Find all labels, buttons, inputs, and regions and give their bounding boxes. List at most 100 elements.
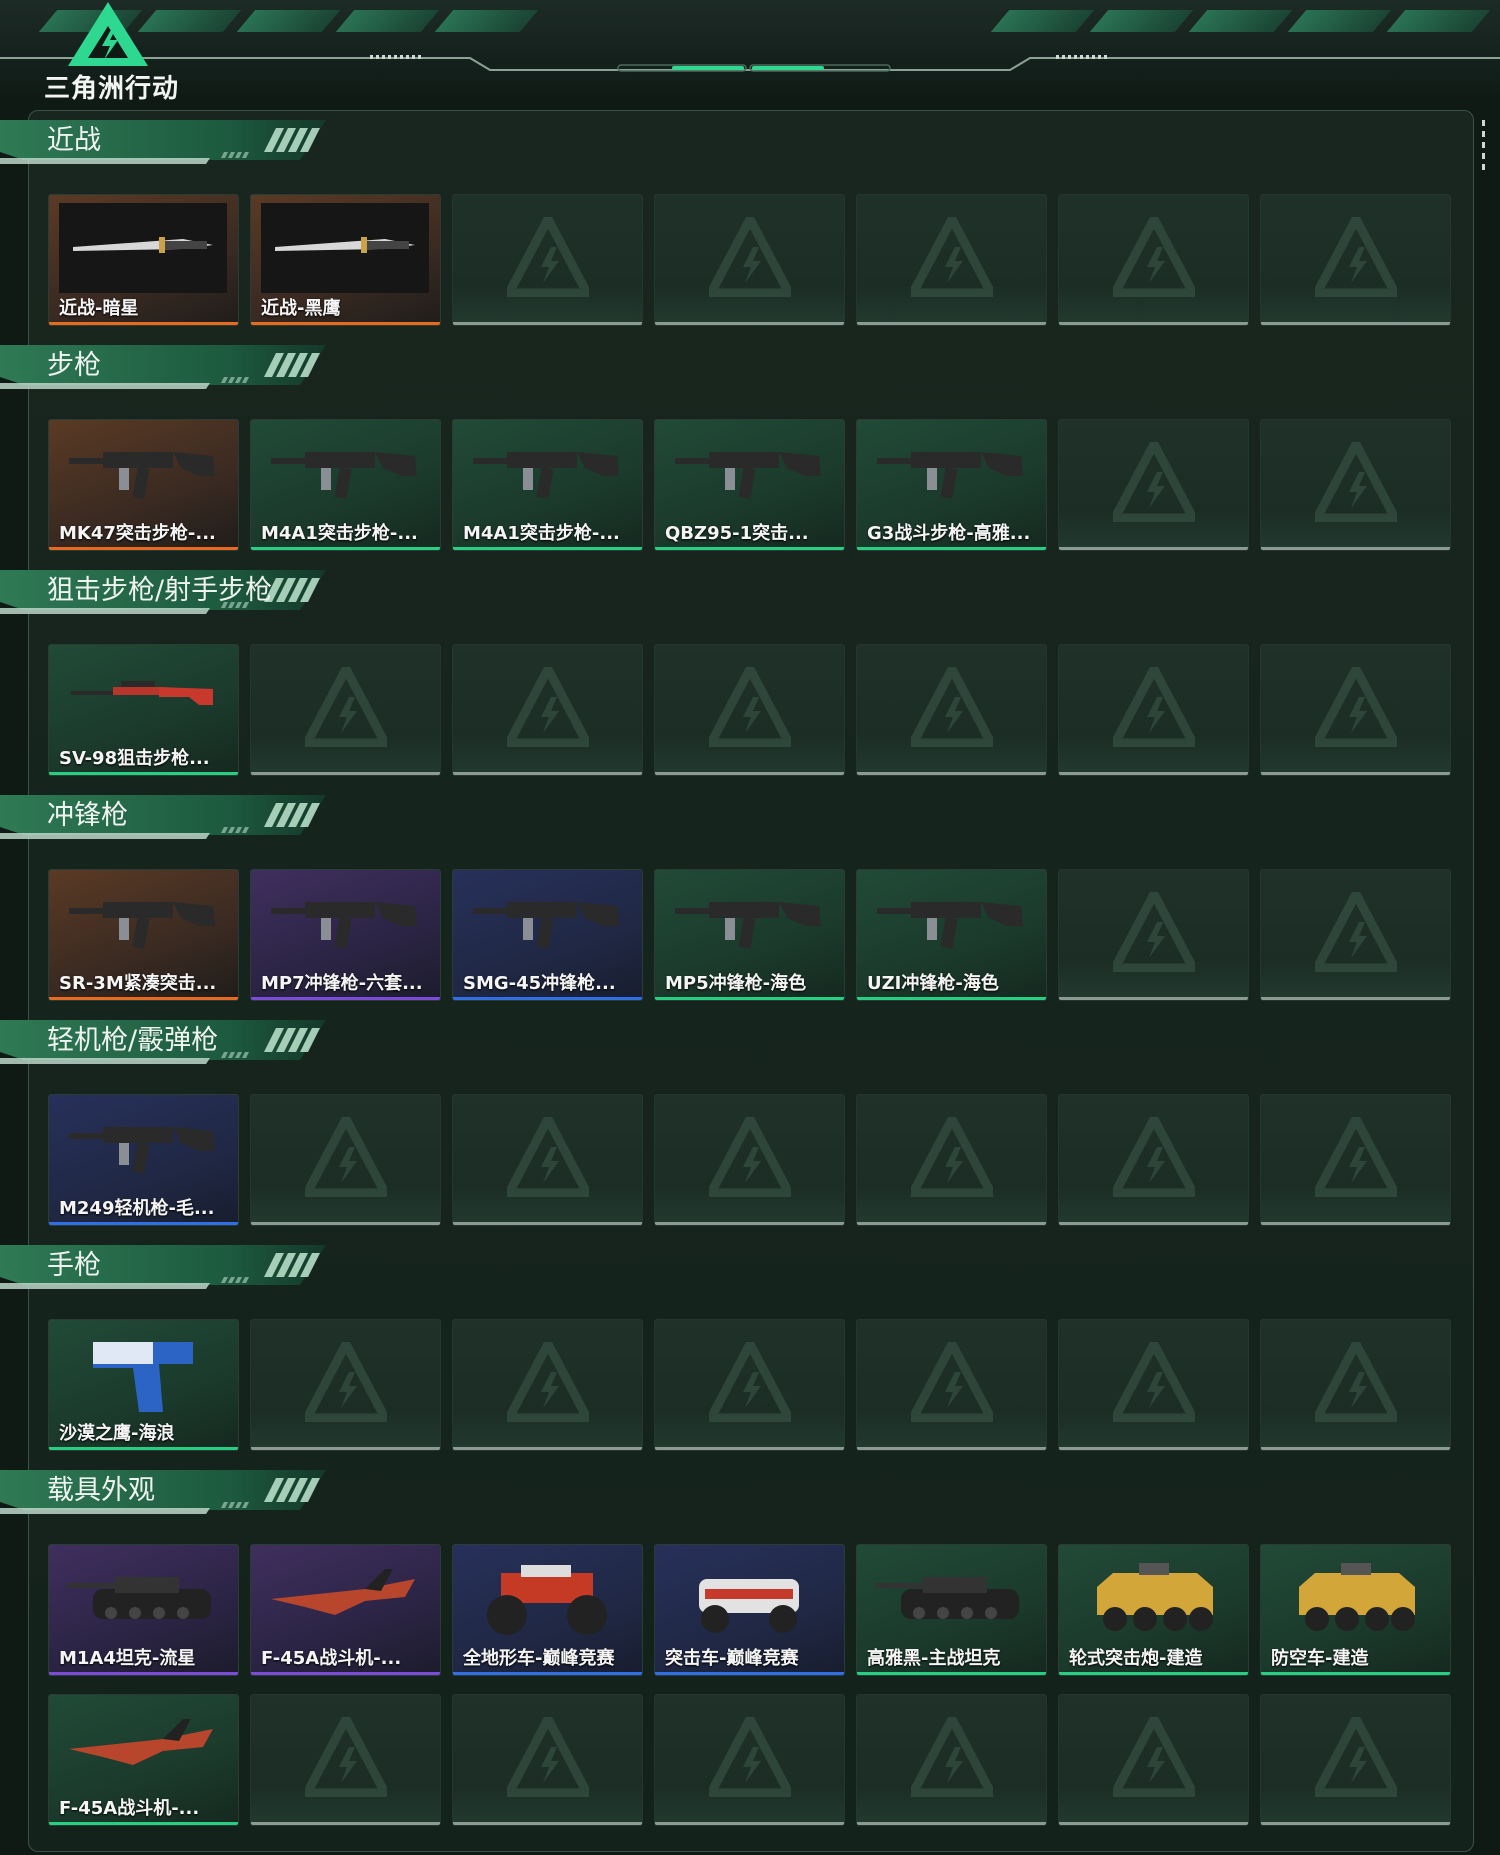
item-card[interactable]: 近战-黑鹰 bbox=[250, 194, 441, 326]
smg-icon bbox=[655, 870, 844, 970]
item-card[interactable]: 高雅黑-主战坦克 bbox=[856, 1544, 1047, 1676]
placeholder-logo-icon bbox=[507, 667, 589, 747]
rarity-bar bbox=[1059, 1672, 1248, 1675]
section-header: 冲锋枪 bbox=[0, 787, 330, 843]
rarity-bar bbox=[857, 1672, 1046, 1675]
rarity-bar bbox=[1261, 1672, 1450, 1675]
section-header: 狙击步枪/射手步枪 bbox=[0, 562, 330, 618]
placeholder-logo-icon bbox=[507, 1717, 589, 1797]
item-card[interactable]: MK47突击步枪-... bbox=[48, 419, 239, 551]
empty-slot-bar bbox=[1059, 1447, 1248, 1450]
item-label: F-45A战斗机-... bbox=[261, 1648, 402, 1669]
placeholder-logo-icon bbox=[305, 1717, 387, 1797]
empty-slot-bar bbox=[251, 1447, 440, 1450]
armored-vehicle-icon bbox=[1261, 1545, 1450, 1645]
placeholder-logo-icon bbox=[911, 217, 993, 297]
item-card[interactable]: M1A4坦克-流星 bbox=[48, 1544, 239, 1676]
empty-slot bbox=[1058, 419, 1249, 551]
item-card[interactable]: F-45A战斗机-... bbox=[250, 1544, 441, 1676]
item-card[interactable]: MP5冲锋枪-海色 bbox=[654, 869, 845, 1001]
placeholder-logo-icon bbox=[709, 1342, 791, 1422]
item-card[interactable]: M4A1突击步枪-... bbox=[250, 419, 441, 551]
rarity-bar bbox=[857, 997, 1046, 1000]
jet-icon bbox=[49, 1695, 238, 1795]
knife-icon bbox=[251, 195, 440, 295]
item-card[interactable]: M4A1突击步枪-... bbox=[452, 419, 643, 551]
empty-slot bbox=[1260, 1694, 1451, 1826]
armored-vehicle-icon bbox=[1059, 1545, 1248, 1645]
item-row: F-45A战斗机-... bbox=[48, 1694, 1462, 1826]
placeholder-logo-icon bbox=[1315, 1717, 1397, 1797]
item-label: QBZ95-1突击... bbox=[665, 523, 809, 544]
rifle-icon bbox=[49, 420, 238, 520]
item-card[interactable]: 防空车-建造 bbox=[1260, 1544, 1451, 1676]
rarity-bar bbox=[49, 547, 238, 550]
header-stripes-right bbox=[990, 10, 1491, 50]
section-title: 步枪 bbox=[47, 350, 101, 381]
item-label: M1A4坦克-流星 bbox=[59, 1648, 196, 1669]
placeholder-logo-icon bbox=[1315, 1117, 1397, 1197]
item-card[interactable]: 轮式突击炮-建造 bbox=[1058, 1544, 1249, 1676]
placeholder-logo-icon bbox=[1315, 667, 1397, 747]
empty-slot-bar bbox=[857, 772, 1046, 775]
section-title: 近战 bbox=[47, 125, 101, 156]
item-label: G3战斗步枪-高雅... bbox=[867, 523, 1031, 544]
rarity-bar bbox=[49, 1222, 238, 1225]
item-card[interactable]: UZI冲锋枪-海色 bbox=[856, 869, 1047, 1001]
smg-icon bbox=[453, 870, 642, 970]
item-label: 全地形车-巅峰竞赛 bbox=[463, 1648, 615, 1669]
placeholder-logo-icon bbox=[911, 1117, 993, 1197]
item-card[interactable]: 近战-暗星 bbox=[48, 194, 239, 326]
item-label: 轮式突击炮-建造 bbox=[1069, 1648, 1203, 1669]
item-card[interactable]: SR-3M紧凑突击... bbox=[48, 869, 239, 1001]
item-card[interactable]: 突击车-巅峰竞赛 bbox=[654, 1544, 845, 1676]
item-card[interactable]: MP7冲锋枪-六套... bbox=[250, 869, 441, 1001]
item-label: SV-98狙击步枪... bbox=[59, 748, 210, 769]
placeholder-logo-icon bbox=[1315, 442, 1397, 522]
empty-slot-bar bbox=[1059, 322, 1248, 325]
empty-slot-bar bbox=[251, 1222, 440, 1225]
item-label: UZI冲锋枪-海色 bbox=[867, 973, 999, 994]
empty-slot bbox=[856, 1094, 1047, 1226]
item-card[interactable]: G3战斗步枪-高雅... bbox=[856, 419, 1047, 551]
section-header: 近战 bbox=[0, 112, 330, 168]
placeholder-logo-icon bbox=[709, 1117, 791, 1197]
placeholder-logo-icon bbox=[1113, 1342, 1195, 1422]
item-card[interactable]: 全地形车-巅峰竞赛 bbox=[452, 1544, 643, 1676]
placeholder-logo-icon bbox=[1113, 892, 1195, 972]
item-row: 近战-暗星 近战-黑鹰 bbox=[48, 194, 1462, 326]
item-label: MP5冲锋枪-海色 bbox=[665, 973, 807, 994]
section-title: 载具外观 bbox=[47, 1475, 155, 1506]
scrollbar-indicator[interactable] bbox=[1482, 120, 1486, 180]
item-card[interactable]: SMG-45冲锋枪... bbox=[452, 869, 643, 1001]
item-card[interactable]: QBZ95-1突击... bbox=[654, 419, 845, 551]
rarity-bar bbox=[655, 1672, 844, 1675]
rarity-bar bbox=[251, 1672, 440, 1675]
smg-icon bbox=[251, 870, 440, 970]
tank-icon bbox=[857, 1545, 1046, 1645]
item-label: 突击车-巅峰竞赛 bbox=[665, 1648, 799, 1669]
empty-slot-bar bbox=[453, 322, 642, 325]
item-label: M4A1突击步枪-... bbox=[463, 523, 620, 544]
rarity-bar bbox=[453, 1672, 642, 1675]
placeholder-logo-icon bbox=[1113, 442, 1195, 522]
placeholder-logo-icon bbox=[507, 217, 589, 297]
rarity-bar bbox=[251, 547, 440, 550]
empty-slot-bar bbox=[655, 322, 844, 325]
empty-slot-bar bbox=[251, 1822, 440, 1825]
item-card[interactable]: SV-98狙击步枪... bbox=[48, 644, 239, 776]
placeholder-logo-icon bbox=[1315, 217, 1397, 297]
empty-slot bbox=[1058, 1319, 1249, 1451]
empty-slot-bar bbox=[857, 1222, 1046, 1225]
empty-slot-bar bbox=[1059, 1222, 1248, 1225]
tank-icon bbox=[49, 1545, 238, 1645]
item-card[interactable]: F-45A战斗机-... bbox=[48, 1694, 239, 1826]
rarity-bar bbox=[49, 997, 238, 1000]
item-card[interactable]: 沙漠之鹰-海浪 bbox=[48, 1319, 239, 1451]
item-card[interactable]: M249轻机枪-毛... bbox=[48, 1094, 239, 1226]
empty-slot bbox=[1260, 194, 1451, 326]
empty-slot-bar bbox=[655, 772, 844, 775]
item-label: SR-3M紧凑突击... bbox=[59, 973, 217, 994]
empty-slot-bar bbox=[1261, 1447, 1450, 1450]
item-label: 沙漠之鹰-海浪 bbox=[59, 1423, 175, 1444]
